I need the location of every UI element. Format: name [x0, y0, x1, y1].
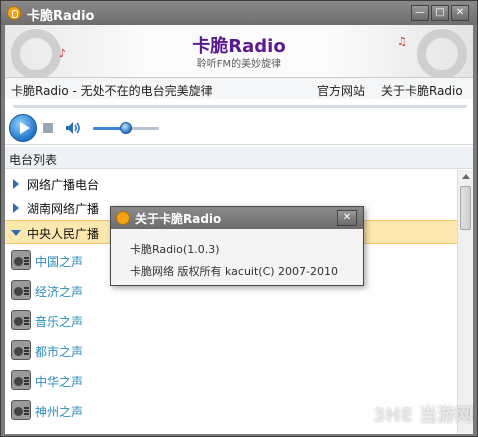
- scroll-thumb[interactable]: [460, 186, 471, 230]
- station-label: 神州之声: [35, 405, 84, 419]
- play-button[interactable]: [9, 114, 37, 142]
- minimize-button[interactable]: —: [411, 5, 429, 21]
- dialog-title: 关于卡脆Radio: [135, 212, 222, 226]
- radio-icon: [11, 280, 31, 300]
- station-label: 经济之声: [35, 285, 84, 299]
- station-list-title: 电台列表: [9, 153, 58, 167]
- group-label: 湖南网络广播: [27, 202, 100, 216]
- radio-icon: [11, 370, 31, 390]
- menu-bar: 卡脆Radio - 无处不在的电台完美旋律 官方网站 关于卡脆Radio: [5, 77, 473, 99]
- station-label: 中华之声: [35, 375, 84, 389]
- dialog-close-button[interactable]: ✕: [337, 210, 357, 226]
- watermark-logo: 3HE 当游网: [373, 405, 474, 426]
- expand-arrow-icon[interactable]: [13, 179, 19, 189]
- station-label: 音乐之声: [35, 315, 84, 329]
- close-button[interactable]: ✕: [451, 5, 469, 21]
- station-label: 都市之声: [35, 345, 84, 359]
- group-label: 网络广播电台: [27, 178, 100, 192]
- window-title: 卡脆Radio: [27, 9, 95, 24]
- station-label: 中国之声: [35, 255, 84, 269]
- expand-arrow-icon[interactable]: [13, 203, 19, 213]
- dialog-title-bar[interactable]: 关于卡脆Radio ✕: [111, 207, 363, 229]
- station-list-header: 电台列表: [5, 147, 473, 169]
- radio-icon: [11, 310, 31, 330]
- about-link[interactable]: 关于卡脆Radio: [381, 82, 463, 99]
- group-label: 中央人民广播: [27, 227, 100, 241]
- app-window: 卡脆Radio — □ ✕ ♪ ♫ 卡脆Radio 聆听FM的美妙旋律 卡脆Ra…: [0, 0, 478, 437]
- scroll-up-icon[interactable]: [462, 174, 470, 179]
- station-row[interactable]: 都市之声: [5, 336, 457, 366]
- copyright-text: 卡脆网络 版权所有 kacuit(C) 2007-2010: [130, 265, 339, 278]
- radio-icon: [11, 340, 31, 360]
- banner: ♪ ♫ 卡脆Radio 聆听FM的美妙旋律: [5, 25, 473, 77]
- official-site-link[interactable]: 官方网站: [317, 82, 365, 99]
- title-bar[interactable]: 卡脆Radio — □ ✕: [1, 1, 477, 25]
- maximize-button[interactable]: □: [431, 5, 449, 21]
- collapse-arrow-icon[interactable]: [11, 230, 21, 236]
- slogan-text: 卡脆Radio - 无处不在的电台完美旋律: [11, 84, 213, 98]
- player-controls: [5, 111, 473, 145]
- version-text: 卡脆Radio(1.0.3): [130, 243, 220, 256]
- banner-subtitle: 聆听FM的美妙旋律: [196, 59, 282, 70]
- app-logo-icon: [116, 211, 130, 225]
- station-row[interactable]: 音乐之声: [5, 306, 457, 336]
- radio-icon: [11, 250, 31, 270]
- volume-icon[interactable]: [65, 121, 81, 135]
- station-row[interactable]: 中华之声: [5, 366, 457, 396]
- group-row-network[interactable]: 网络广播电台: [5, 172, 457, 196]
- radio-icon: [11, 400, 31, 420]
- about-dialog: 关于卡脆Radio ✕ 卡脆Radio(1.0.3) 卡脆网络 版权所有 kac…: [110, 206, 364, 286]
- list-scrollbar[interactable]: [457, 170, 473, 434]
- stop-button[interactable]: [43, 123, 53, 133]
- app-logo-icon: [7, 6, 21, 20]
- divider: [13, 105, 467, 108]
- volume-slider-handle[interactable]: [120, 122, 132, 134]
